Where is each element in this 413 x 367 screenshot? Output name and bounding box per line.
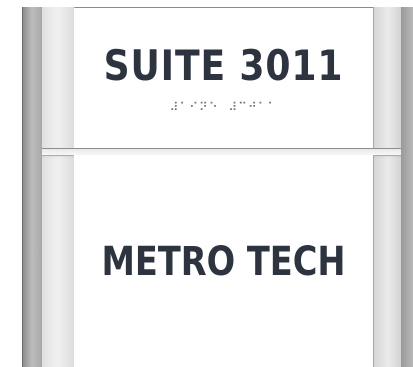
wall-sign: SUITE 3011 ⠼⠁⠊⠝⠑⠀⠼⠉⠚⠁⠁ METRO TECH [0, 0, 413, 367]
room-number-label: SUITE 3011 [103, 41, 344, 90]
left-frame-edge [22, 7, 43, 367]
braille-text: ⠼⠁⠊⠝⠑⠀⠼⠉⠚⠁⠁ [169, 100, 278, 114]
left-frame-post [42, 7, 75, 367]
right-frame-edge [401, 7, 413, 367]
right-frame-post [373, 7, 402, 367]
tenant-name-label: METRO TECH [101, 239, 346, 285]
